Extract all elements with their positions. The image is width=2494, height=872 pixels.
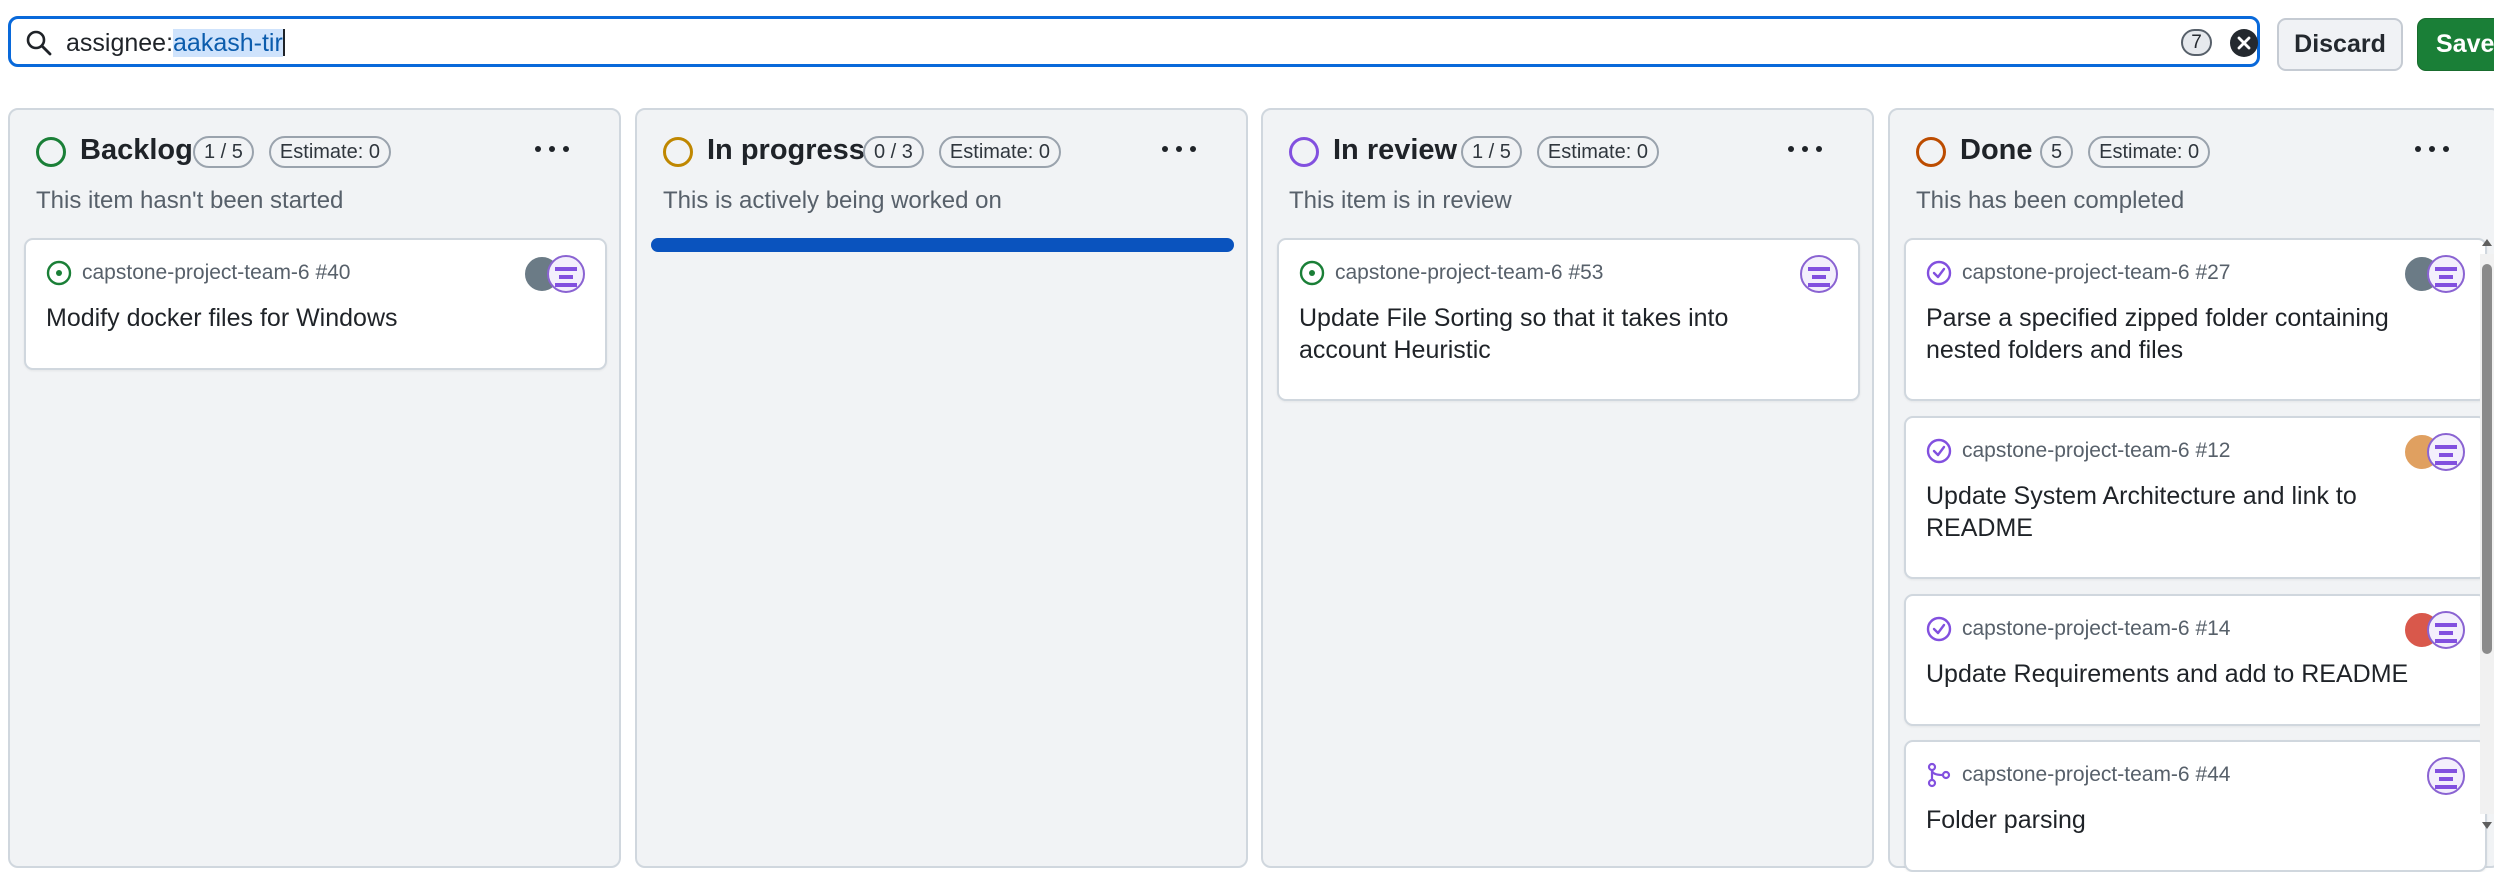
column-description: This is actively being worked on (663, 187, 1002, 214)
text-caret (282, 29, 285, 56)
card-repo: capstone-project-team-6 #14 (1962, 617, 2231, 640)
filter-prefix: assignee: (66, 29, 174, 57)
column-in-review: In review 1 / 5 Estimate: 0 This item is… (1261, 108, 1874, 868)
filter-input[interactable]: assignee:aakash-tir 7 (8, 16, 2260, 67)
column-title: Done (1960, 134, 2033, 166)
column-in-progress: In progress 0 / 3 Estimate: 0 This is ac… (635, 108, 1248, 868)
column-menu-icon[interactable] (535, 134, 575, 162)
card-title[interactable]: Parse a specified zipped folder containi… (1926, 302, 2446, 366)
column-estimate-badge: Estimate: 0 (268, 136, 391, 168)
search-icon (26, 30, 52, 56)
issue-card[interactable]: capstone-project-team-6 #27 Parse a spec… (1904, 238, 2487, 401)
assignee-avatars (2403, 255, 2465, 293)
card-title[interactable]: Modify docker files for Windows (46, 302, 566, 334)
card-title[interactable]: Update File Sorting so that it takes int… (1299, 302, 1819, 366)
avatar (2427, 757, 2465, 795)
clear-filter-icon[interactable] (2229, 28, 2259, 58)
open-issue-icon (1299, 260, 1325, 286)
filter-query[interactable]: assignee:aakash-tir (66, 29, 285, 57)
column-estimate-badge: Estimate: 0 (2088, 136, 2211, 168)
column-backlog: Backlog 1 / 5 Estimate: 0 This item hasn… (8, 108, 621, 868)
assignee-avatars (2403, 611, 2465, 649)
column-description: This item hasn't been started (36, 187, 344, 214)
card-repo: capstone-project-team-6 #53 (1335, 261, 1604, 284)
card-title[interactable]: Update System Architecture and link to R… (1926, 480, 2446, 544)
column-count-badge: 1 / 5 (1461, 136, 1522, 168)
filter-selected-text: aakash-tir (173, 29, 283, 57)
drop-indicator (651, 238, 1234, 252)
status-circle-icon (36, 137, 66, 167)
avatar (547, 255, 585, 293)
avatar (2427, 433, 2465, 471)
closed-issue-icon (1926, 438, 1952, 464)
discard-button[interactable]: Discard (2277, 18, 2403, 71)
issue-card[interactable]: capstone-project-team-6 #14 Update Requi… (1904, 594, 2487, 726)
column-menu-icon[interactable] (1788, 134, 1828, 162)
column-estimate-badge: Estimate: 0 (1536, 136, 1659, 168)
issue-card[interactable]: capstone-project-team-6 #53 Update File … (1277, 238, 1860, 401)
pull-request-card[interactable]: capstone-project-team-6 #44 Folder parsi… (1904, 740, 2487, 872)
open-issue-icon (46, 260, 72, 286)
column-menu-icon[interactable] (1162, 134, 1202, 162)
card-repo: capstone-project-team-6 #40 (82, 261, 351, 284)
closed-issue-icon (1926, 260, 1952, 286)
scroll-down-arrow-icon[interactable] (2480, 818, 2494, 832)
column-count-badge: 0 / 3 (863, 136, 924, 168)
avatar (1800, 255, 1838, 293)
card-repo: capstone-project-team-6 #44 (1962, 763, 2231, 786)
column-title: In review (1333, 134, 1458, 166)
column-title: Backlog (80, 134, 193, 166)
avatar (2427, 255, 2465, 293)
column-description: This has been completed (1916, 187, 2185, 214)
scroll-up-arrow-icon[interactable] (2480, 236, 2494, 250)
card-title[interactable]: Update Requirements and add to README (1926, 658, 2446, 690)
status-circle-icon (1916, 137, 1946, 167)
scrollbar-thumb[interactable] (2482, 264, 2492, 654)
card-title[interactable]: Folder parsing (1926, 804, 2446, 836)
closed-issue-icon (1926, 616, 1952, 642)
column-done: Done 5 Estimate: 0 This has been complet… (1888, 108, 2494, 872)
column-title: In progress (707, 134, 865, 166)
assignee-avatars (2427, 757, 2465, 795)
card-repo: capstone-project-team-6 #27 (1962, 261, 2231, 284)
column-count-badge: 1 / 5 (193, 136, 254, 168)
status-circle-icon (663, 137, 693, 167)
merged-pr-icon (1927, 762, 1951, 788)
assignee-avatars (523, 255, 585, 293)
status-circle-icon (1289, 137, 1319, 167)
column-estimate-badge: Estimate: 0 (938, 136, 1061, 168)
result-count-badge: 7 (2181, 29, 2212, 56)
issue-card[interactable]: capstone-project-team-6 #12 Update Syste… (1904, 416, 2487, 579)
issue-card[interactable]: capstone-project-team-6 #40 Modify docke… (24, 238, 607, 370)
column-count-badge: 5 (2040, 136, 2074, 168)
save-button[interactable]: Save (2417, 18, 2494, 71)
column-menu-icon[interactable] (2415, 134, 2455, 162)
avatar (2427, 611, 2465, 649)
assignee-avatars (2403, 433, 2465, 471)
column-description: This item is in review (1289, 187, 1512, 214)
card-repo: capstone-project-team-6 #12 (1962, 439, 2231, 462)
vertical-scrollbar[interactable] (2480, 236, 2494, 832)
assignee-avatars (1800, 255, 1838, 293)
